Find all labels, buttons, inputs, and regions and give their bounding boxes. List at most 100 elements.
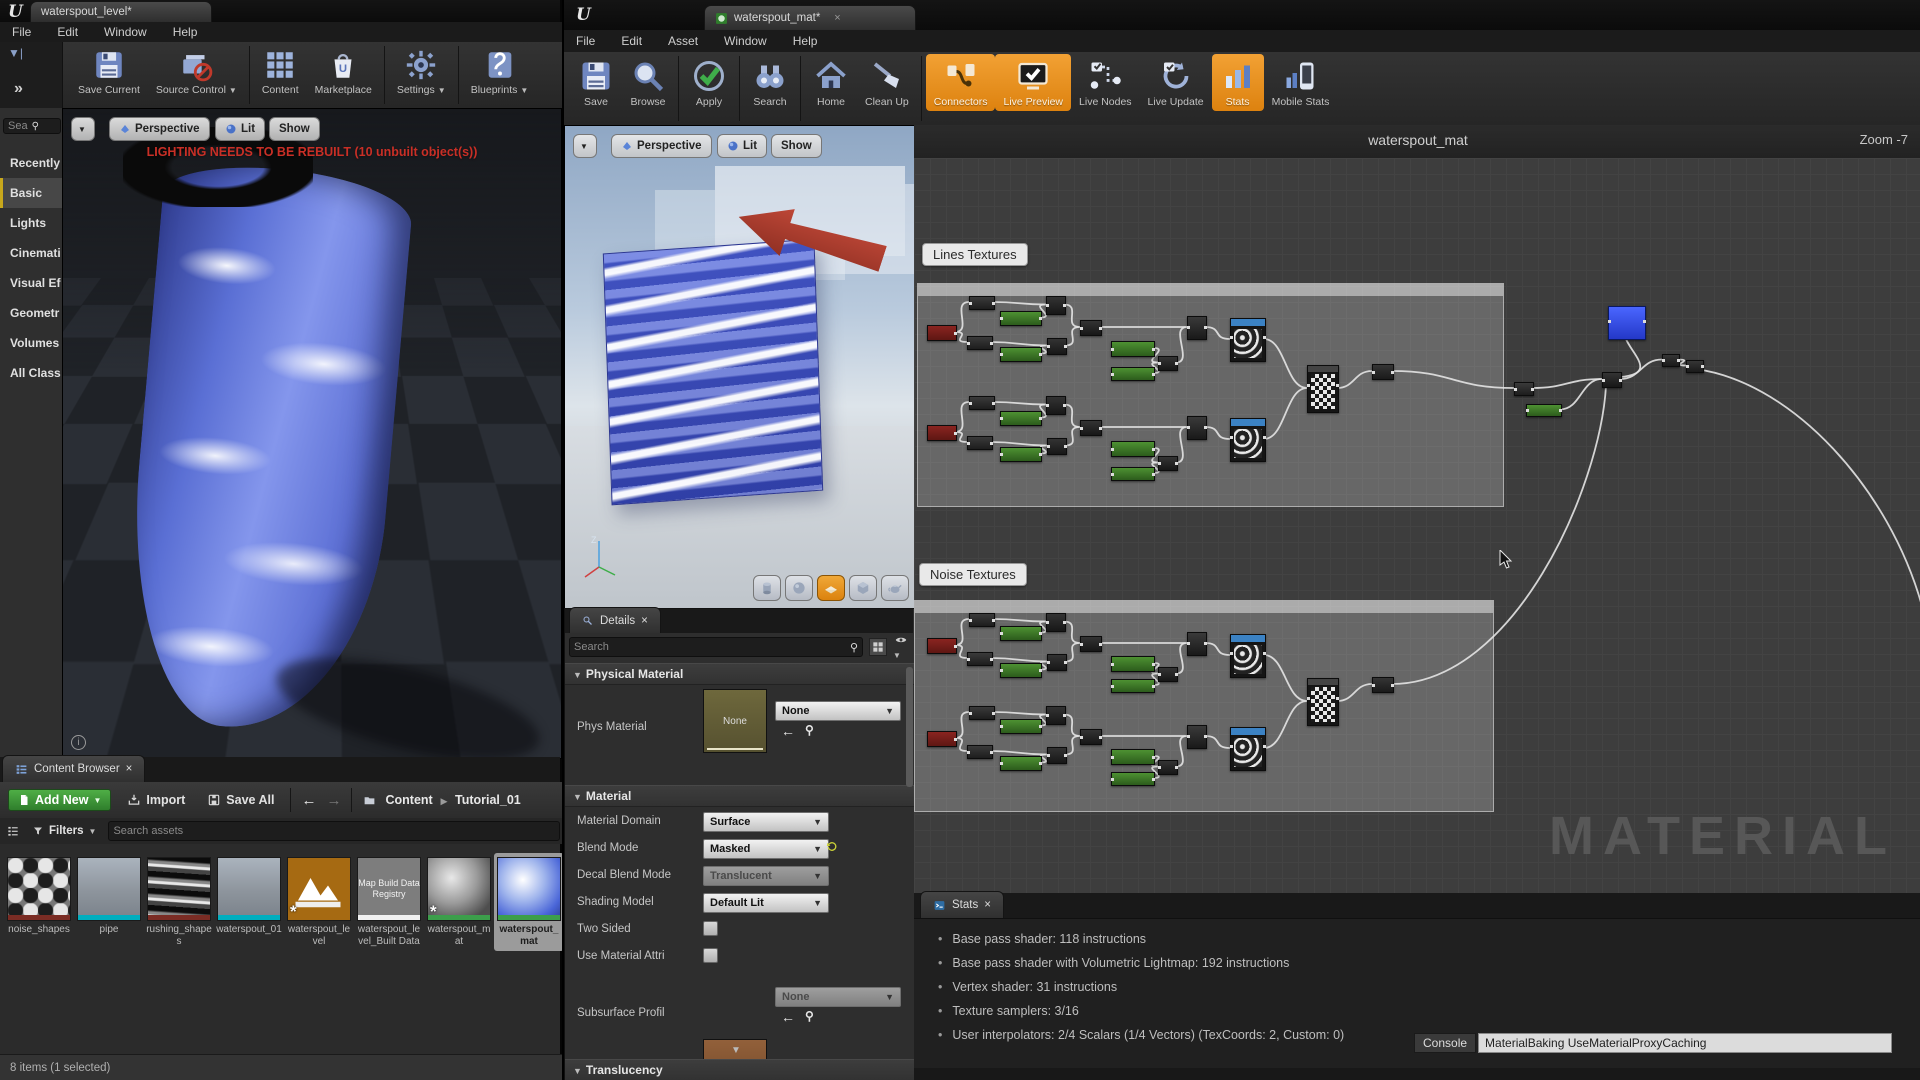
expand-panel-chevron[interactable]: »	[14, 80, 23, 98]
material-node-merge[interactable]	[1158, 760, 1178, 775]
menu-asset[interactable]: Asset	[668, 34, 698, 48]
preview-shape-plane-button[interactable]	[817, 575, 845, 601]
breadcrumb-current[interactable]: Tutorial_01	[455, 793, 521, 807]
material-domain-dropdown[interactable]: Surface▼	[703, 812, 829, 832]
material-node-dark[interactable]	[969, 296, 995, 310]
material-node-tex[interactable]	[1230, 634, 1266, 678]
browse-to-asset-icon[interactable]: ⚲	[805, 1009, 814, 1023]
place-actors-search[interactable]: Sea ⚲	[3, 118, 61, 134]
material-node-out[interactable]	[1662, 354, 1680, 367]
filters-button[interactable]: Filters ▼	[26, 822, 102, 840]
connectors-button[interactable]: Connectors	[926, 54, 996, 111]
search-assets-input[interactable]: Search assets	[108, 821, 560, 841]
two-sided-checkbox[interactable]	[703, 921, 718, 936]
material-node-green[interactable]	[1000, 447, 1042, 462]
save-current-button[interactable]: Save Current	[70, 44, 148, 99]
material-node-add[interactable]	[1187, 316, 1207, 340]
browse-button[interactable]: Browse	[622, 54, 674, 111]
save-all-button[interactable]: Save All	[201, 790, 280, 810]
view-options-icon[interactable]	[6, 824, 20, 838]
material-node-red[interactable]	[927, 638, 957, 654]
preview-show-button[interactable]: Show	[771, 134, 822, 158]
physical-material-section[interactable]: ▼Physical Material	[565, 663, 923, 685]
material-node-merge[interactable]	[1080, 420, 1102, 436]
back-button[interactable]: ←	[301, 792, 316, 809]
marketplace-button[interactable]: UMarketplace	[307, 44, 380, 99]
preview-lit-button[interactable]: Lit	[717, 134, 767, 158]
asset-tile-waterspout-mat[interactable]: waterspout_mat	[494, 853, 564, 951]
material-node-add[interactable]	[1187, 416, 1207, 440]
material-node-green[interactable]	[1000, 626, 1042, 641]
material-node-merge[interactable]	[1046, 706, 1066, 725]
property-matrix-icon[interactable]	[869, 638, 887, 656]
stats-tab[interactable]: Stats ×	[920, 891, 1004, 918]
menu-edit[interactable]: Edit	[621, 34, 642, 48]
live-nodes-button[interactable]: Live Nodes	[1071, 54, 1140, 111]
material-node-green[interactable]	[1111, 656, 1155, 672]
material-node-dark[interactable]	[969, 706, 995, 720]
menu-window[interactable]: Window	[724, 34, 767, 48]
asset-tile-rushing-shapes[interactable]: rushing_shapes	[144, 853, 214, 951]
material-node-green[interactable]	[1111, 441, 1155, 457]
sidebar-item-basic[interactable]: Basic	[0, 178, 62, 208]
use-selected-arrow-icon[interactable]: ←	[781, 1009, 795, 1025]
sidebar-item-lights[interactable]: Lights	[0, 208, 62, 238]
tab-close-icon[interactable]: ×	[641, 615, 648, 627]
material-node-merge[interactable]	[1158, 667, 1178, 682]
live-update-button[interactable]: Live Update	[1140, 54, 1212, 111]
asset-tile-noise-shapes[interactable]: noise_shapes	[4, 853, 74, 940]
material-node-dark[interactable]	[967, 745, 993, 759]
material-node-merge[interactable]	[1046, 396, 1066, 415]
asset-tile-pipe[interactable]: pipe	[74, 853, 144, 940]
forward-button[interactable]: →	[326, 792, 341, 809]
material-node-green[interactable]	[1000, 411, 1042, 426]
material-node-merge[interactable]	[1158, 356, 1178, 371]
mobile-stats-button[interactable]: Mobile Stats	[1264, 54, 1338, 111]
use-material-attributes-checkbox[interactable]	[703, 948, 718, 963]
breadcrumb-root[interactable]: Content	[385, 793, 432, 807]
material-node-merge[interactable]	[1080, 729, 1102, 745]
preview-perspective-button[interactable]: Perspective	[611, 134, 712, 158]
tab-close-icon[interactable]: ×	[126, 763, 133, 775]
material-node-merge[interactable]	[1080, 636, 1102, 652]
material-node-green[interactable]	[1000, 756, 1042, 771]
material-node-red[interactable]	[927, 325, 957, 341]
viewport-options-dropdown[interactable]: ▼	[71, 117, 95, 141]
material-node-merge[interactable]	[1047, 338, 1067, 355]
material-node-green[interactable]	[1000, 719, 1042, 734]
menu-window[interactable]: Window	[104, 25, 147, 39]
asset-tile-waterspout-mat[interactable]: *waterspout_mat	[424, 853, 494, 951]
details-tab[interactable]: Details ×	[569, 607, 661, 633]
phys-material-dropdown[interactable]: None▼	[775, 701, 901, 721]
material-node-out[interactable]	[1372, 364, 1394, 380]
preview-shape-cube-button[interactable]	[849, 575, 877, 601]
stats-button[interactable]: Stats	[1212, 54, 1264, 111]
level-titlebar[interactable]: U waterspout_level*	[0, 0, 560, 22]
settings-button[interactable]: Settings▼	[389, 44, 454, 99]
material-node-merge[interactable]	[1047, 438, 1067, 455]
viewport-info-icon[interactable]: i	[71, 735, 86, 750]
import-button[interactable]: Import	[121, 790, 191, 810]
material-node-tex[interactable]	[1230, 727, 1266, 771]
viewport-lit-button[interactable]: Lit	[215, 117, 265, 141]
material-node-green[interactable]	[1111, 679, 1155, 693]
reset-to-default-icon[interactable]	[825, 840, 838, 853]
tab-close-icon[interactable]: ×	[984, 899, 991, 911]
material-node-green[interactable]	[1111, 749, 1155, 765]
material-tab[interactable]: waterspout_mat* ×	[704, 5, 916, 30]
console-input[interactable]: MaterialBaking UseMaterialProxyCaching	[1478, 1033, 1892, 1053]
level-tab[interactable]: waterspout_level*	[30, 1, 212, 22]
preview-shape-cylinder-button[interactable]	[753, 575, 781, 601]
material-node-dark[interactable]	[1514, 382, 1534, 396]
save-button[interactable]: Save	[570, 54, 622, 111]
source-control-button[interactable]: Source Control▼	[148, 44, 245, 99]
preview-shape-teapot-button[interactable]	[881, 575, 909, 601]
material-node-red[interactable]	[927, 731, 957, 747]
material-node-dark[interactable]	[967, 336, 993, 350]
asset-tile-waterspout-level[interactable]: *waterspout_level	[284, 853, 354, 951]
details-scrollbar[interactable]	[906, 667, 913, 787]
preview-shape-sphere-button[interactable]	[785, 575, 813, 601]
live-preview-button[interactable]: Live Preview	[995, 54, 1071, 111]
phys-material-thumbnail[interactable]: None	[703, 689, 767, 753]
content-browser-tab[interactable]: Content Browser ×	[2, 755, 145, 782]
